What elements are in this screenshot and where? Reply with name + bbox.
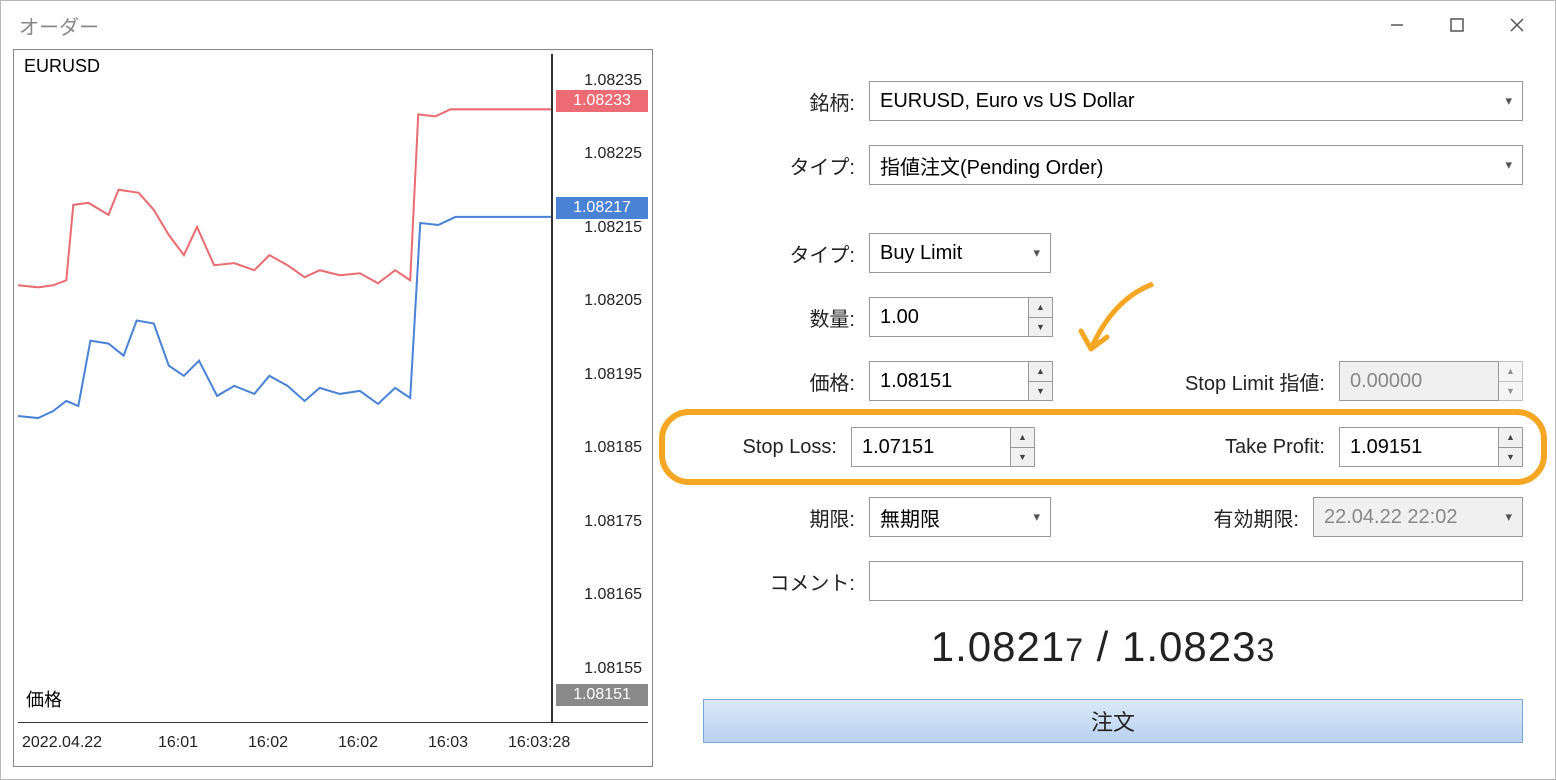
bid-main: 1.0821 [931,623,1065,670]
xtick: 2022.04.22 [22,734,102,752]
symbol-select[interactable]: EURUSD, Euro vs US Dollar ▾ [869,81,1523,121]
spin-up-icon: ▲ [1499,362,1522,382]
ytick: 1.08205 [584,292,642,310]
spin-down-icon[interactable]: ▼ [1029,318,1052,337]
price-input[interactable]: 1.08151 [869,361,1029,401]
stoploss-label: Stop Loss: [683,436,851,459]
chevron-down-icon: ▾ [1023,509,1040,525]
ask-last: 3 [1256,632,1275,668]
chart-svg [18,54,551,718]
takeprofit-input[interactable]: 1.09151 [1339,427,1499,467]
expirydate-select: 22.04.22 22:02 ▾ [1313,497,1523,537]
close-button[interactable] [1487,5,1547,45]
window-controls [1367,5,1547,45]
chart-panel: EURUSD 1.08235 1.08225 1.08215 1.08205 1… [13,49,653,767]
expiry-label: 期限: [683,503,869,532]
place-order-button[interactable]: 注文 [703,699,1523,743]
sl-tp-highlight: Stop Loss: 1.07151 ▲▼ Take Profit: 1.091… [659,409,1547,485]
xtick: 16:02 [338,734,378,752]
ytick: 1.08195 [584,366,642,384]
ytick: 1.08185 [584,439,642,457]
spin-down-icon[interactable]: ▼ [1029,382,1052,401]
ytick: 1.08175 [584,513,642,531]
chevron-down-icon: ▾ [1495,157,1512,173]
spin-down-icon: ▼ [1499,382,1522,401]
chart-symbol: EURUSD [22,56,102,77]
stoploss-input[interactable]: 1.07151 [851,427,1011,467]
price-axis-label: 価格 [24,686,64,712]
bid-last: 7 [1065,632,1084,668]
stoploss-spinner[interactable]: ▲▼ [1011,427,1035,467]
spin-up-icon[interactable]: ▲ [1499,428,1522,448]
ask-price-tag: 1.08233 [556,90,648,112]
ordertype-select[interactable]: 指値注文(Pending Order) ▾ [869,145,1523,185]
pendingtype-value: Buy Limit [880,242,962,265]
bid-price-tag: 1.08217 [556,197,648,219]
bid-ask-quote: 1.08217 / 1.08233 [683,623,1523,671]
spin-up-icon[interactable]: ▲ [1029,362,1052,382]
ytick: 1.08165 [584,586,642,604]
volume-input[interactable]: 1.00 [869,297,1029,337]
takeprofit-spinner[interactable]: ▲▼ [1499,427,1523,467]
price-label: 価格: [683,367,869,396]
symbol-value: EURUSD, Euro vs US Dollar [880,90,1135,113]
window-title: オーダー [19,11,99,40]
expiry-select[interactable]: 無期限 ▾ [869,497,1051,537]
ytick: 1.08215 [584,219,642,237]
xtick: 16:03:28 [508,734,570,752]
xtick: 16:03 [428,734,468,752]
spin-up-icon[interactable]: ▲ [1029,298,1052,318]
price-spinner[interactable]: ▲▼ [1029,361,1053,401]
annotation-arrow-icon [1073,279,1163,369]
y-axis: 1.08235 1.08225 1.08215 1.08205 1.08195 … [552,54,648,722]
order-price-tag: 1.08151 [556,684,648,706]
ytick: 1.08235 [584,72,642,90]
ordertype-label: タイプ: [683,151,869,180]
quote-sep: / [1084,623,1122,670]
stoplimit-label: Stop Limit 指値: [1053,367,1339,396]
spin-down-icon[interactable]: ▼ [1011,448,1034,467]
chevron-down-icon: ▾ [1023,245,1040,261]
volume-spinner[interactable]: ▲▼ [1029,297,1053,337]
comment-label: コメント: [683,567,869,596]
chevron-down-icon: ▾ [1495,93,1512,109]
spin-up-icon[interactable]: ▲ [1011,428,1034,448]
form-panel: 銘柄: EURUSD, Euro vs US Dollar ▾ タイプ: 指値注… [683,49,1543,767]
stoplimit-spinner: ▲▼ [1499,361,1523,401]
symbol-label: 銘柄: [683,87,869,116]
ytick: 1.08225 [584,145,642,163]
content: EURUSD 1.08235 1.08225 1.08215 1.08205 1… [1,49,1555,779]
maximize-button[interactable] [1427,5,1487,45]
titlebar: オーダー [1,1,1555,49]
chevron-down-icon: ▾ [1495,509,1512,525]
expiry-value: 無期限 [880,503,940,532]
order-window: オーダー EURUSD 1.08235 1.08225 1.08 [0,0,1556,780]
minimize-button[interactable] [1367,5,1427,45]
pendingtype-select[interactable]: Buy Limit ▾ [869,233,1051,273]
expirydate-label: 有効期限: [1051,503,1313,532]
xtick: 16:02 [248,734,288,752]
ytick: 1.08155 [584,660,642,678]
comment-input[interactable] [869,561,1523,601]
pendingtype-label: タイプ: [683,239,869,268]
takeprofit-label: Take Profit: [1035,436,1339,459]
xtick: 16:01 [158,734,198,752]
expirydate-value: 22.04.22 22:02 [1324,506,1457,529]
chart-area[interactable] [18,54,552,722]
volume-label: 数量: [683,303,869,332]
x-axis: 2022.04.22 16:01 16:02 16:02 16:03 16:03… [18,722,648,762]
ordertype-value: 指値注文(Pending Order) [880,151,1103,180]
stoplimit-input: 0.00000 [1339,361,1499,401]
spin-down-icon[interactable]: ▼ [1499,448,1522,467]
ask-main: 1.0823 [1122,623,1256,670]
